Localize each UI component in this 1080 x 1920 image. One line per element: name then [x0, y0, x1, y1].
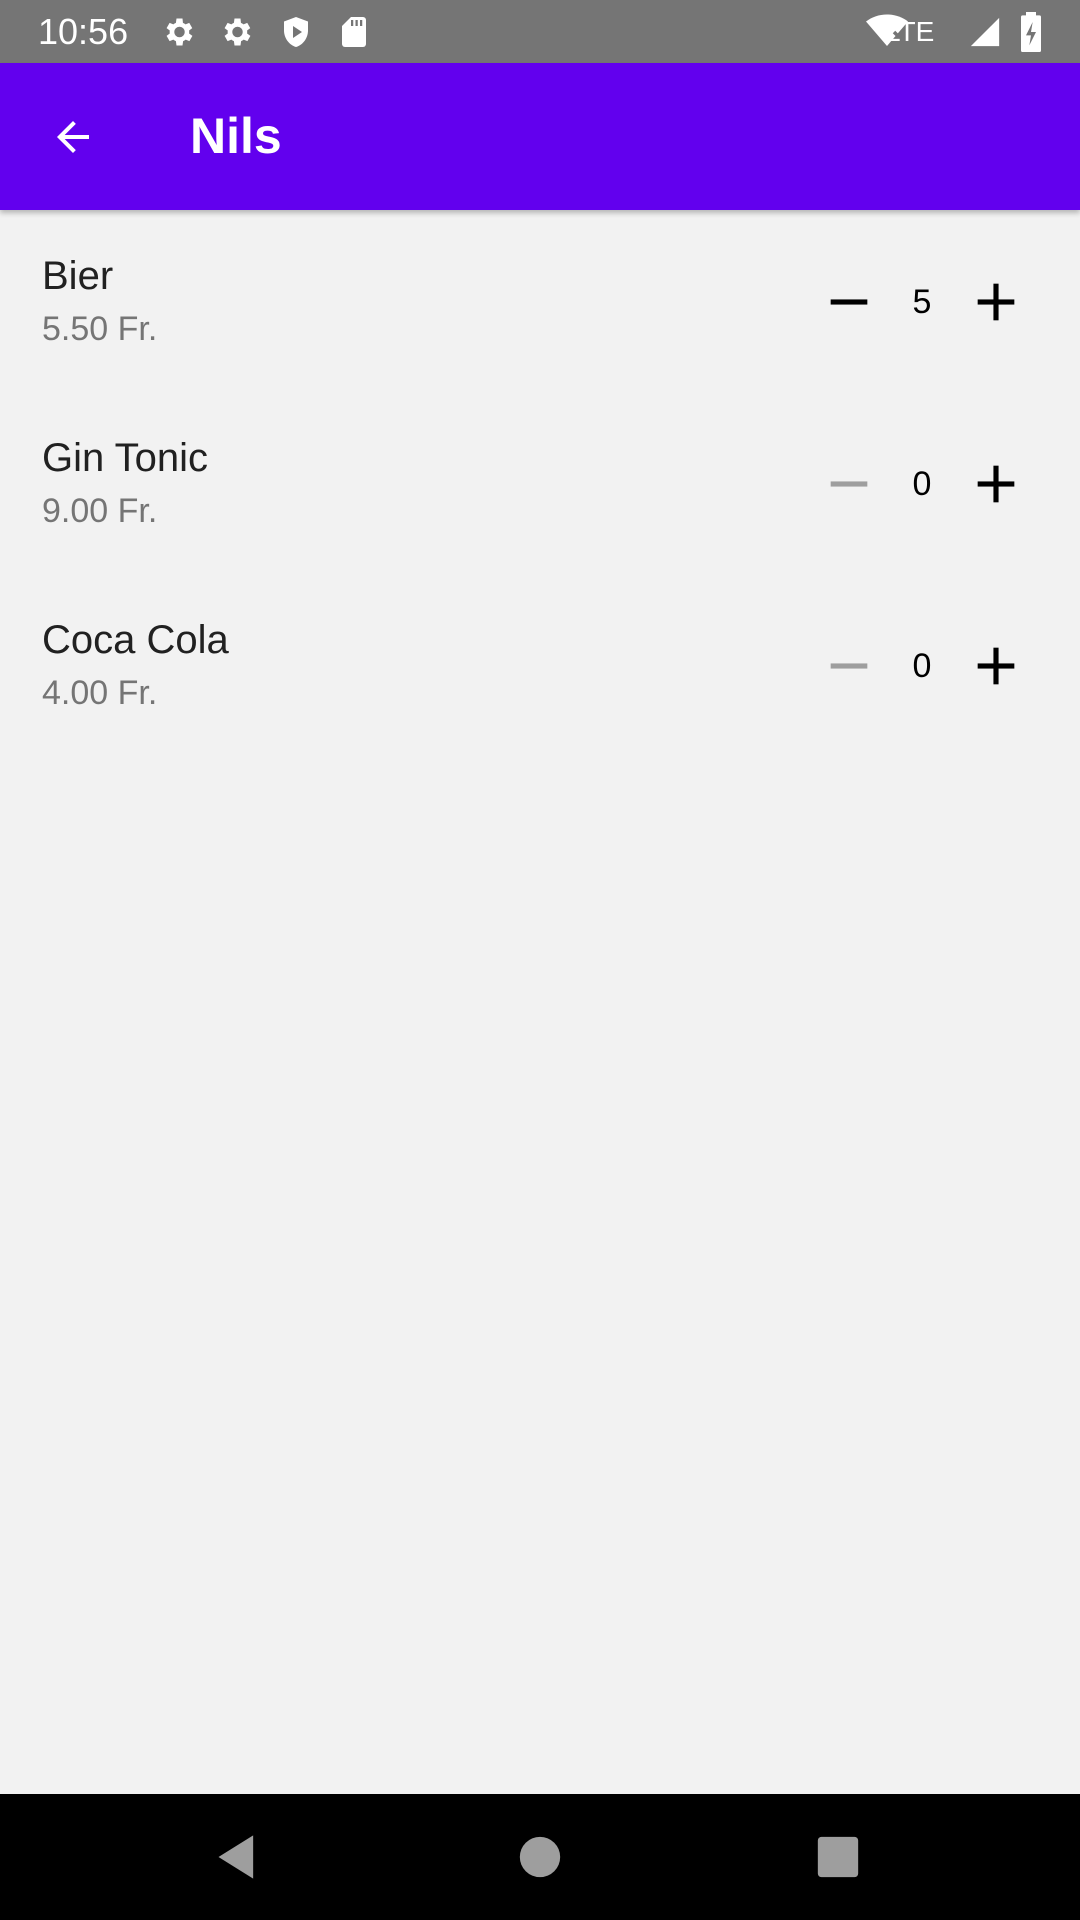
- quantity-value: 0: [912, 647, 932, 685]
- increment-button[interactable]: [964, 452, 1028, 516]
- nav-back-button[interactable]: [198, 1817, 278, 1897]
- item-name: Bier: [42, 254, 114, 298]
- minus-icon: [830, 481, 868, 487]
- list-item: Coca Cola 4.00 Fr. 0: [0, 574, 1080, 756]
- quantity-value: 0: [912, 465, 932, 503]
- nav-recents-button[interactable]: [798, 1817, 878, 1897]
- increment-button[interactable]: [964, 634, 1028, 698]
- navigation-bar: [0, 1794, 1080, 1920]
- decrement-button[interactable]: [817, 452, 881, 516]
- item-name: Coca Cola: [42, 618, 229, 662]
- item-price: 5.50 Fr.: [42, 310, 158, 348]
- status-bar: 10:56 LTE: [0, 0, 1080, 63]
- plus-icon: [977, 465, 1015, 503]
- minus-icon: [830, 299, 868, 305]
- increment-button[interactable]: [964, 270, 1028, 334]
- settings-icon: [224, 18, 251, 46]
- quantity-value: 5: [912, 283, 932, 321]
- plus-icon: [977, 283, 1015, 321]
- page-title: Nils: [190, 108, 282, 164]
- plus-icon: [977, 647, 1015, 685]
- list-item: Bier 5.50 Fr. 5: [0, 210, 1080, 392]
- arrow-back-icon: [57, 121, 89, 153]
- minus-icon: [830, 663, 868, 669]
- status-time: 10:56: [38, 11, 129, 52]
- item-price: 4.00 Fr.: [42, 674, 158, 712]
- item-list: Bier 5.50 Fr. 5 Gin Tonic 9.00 Fr. 0 Coc…: [0, 210, 1080, 756]
- back-button[interactable]: [36, 100, 110, 174]
- shield-icon: [284, 17, 308, 47]
- back-triangle-icon: [218, 1835, 254, 1879]
- item-price: 9.00 Fr.: [42, 492, 158, 530]
- battery-charging-icon: [1021, 12, 1041, 52]
- decrement-button[interactable]: [817, 270, 881, 334]
- sd-card-icon: [342, 17, 366, 47]
- settings-icon: [166, 18, 193, 46]
- recents-square-icon: [817, 1836, 859, 1878]
- signal-icon: [970, 17, 1000, 47]
- list-item: Gin Tonic 9.00 Fr. 0: [0, 392, 1080, 574]
- network-type: LTE: [885, 16, 935, 47]
- nav-home-button[interactable]: [500, 1817, 580, 1897]
- home-circle-icon: [519, 1836, 561, 1878]
- decrement-button[interactable]: [817, 634, 881, 698]
- item-name: Gin Tonic: [42, 436, 209, 480]
- app-bar: Nils: [0, 63, 1080, 210]
